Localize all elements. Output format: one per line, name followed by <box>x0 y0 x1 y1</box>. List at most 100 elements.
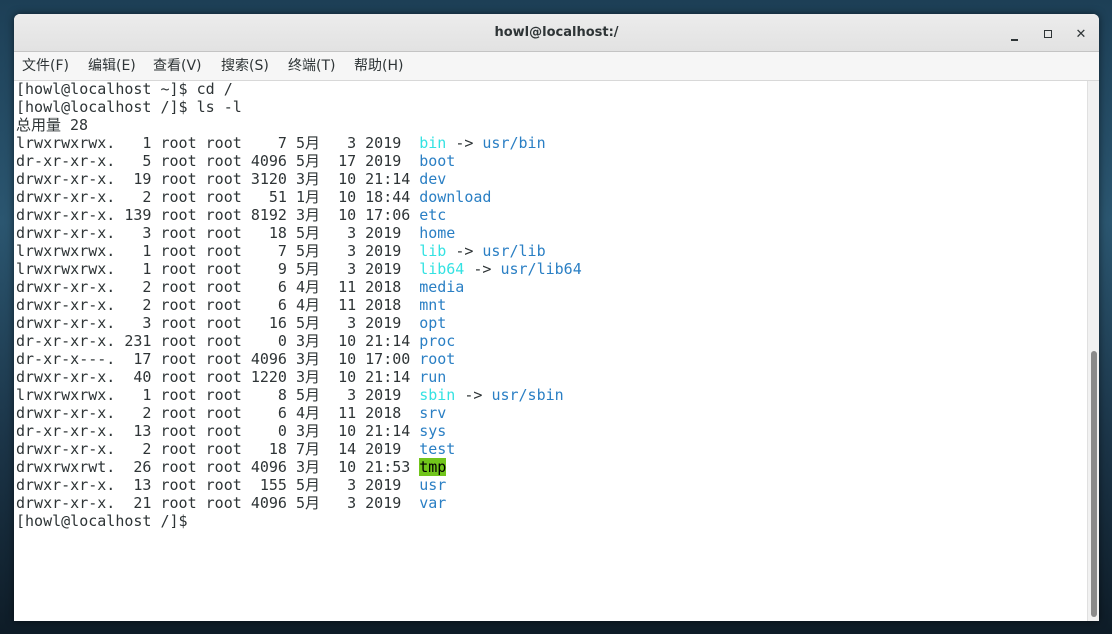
day: 10 <box>338 188 357 206</box>
owner: root <box>160 440 197 458</box>
group: root <box>205 422 242 440</box>
file-size: 155 <box>250 476 287 494</box>
menu-terminal[interactable]: 终端(T) <box>288 52 335 80</box>
link-target: usr/lib64 <box>500 260 582 278</box>
title-bar[interactable]: howl@localhost:/ ✕ <box>14 14 1099 52</box>
maximize-button[interactable] <box>1037 22 1059 44</box>
link-arrow: -> <box>455 134 474 152</box>
group: root <box>205 368 242 386</box>
menu-search[interactable]: 搜索(S) <box>221 52 269 80</box>
listing: lrwxrwxrwx. 1 root root 7 5月 3 2019 bin … <box>16 134 582 512</box>
owner: root <box>160 350 197 368</box>
link-count: 3 <box>124 224 152 242</box>
close-button[interactable]: ✕ <box>1070 22 1092 44</box>
menu-help[interactable]: 帮助(H) <box>354 52 403 80</box>
permissions: drwxr-xr-x. <box>16 188 116 206</box>
permissions: drwxr-xr-x. <box>16 224 116 242</box>
terminal-lines: [howl@localhost ~]$ cd / [howl@localhost… <box>16 81 582 530</box>
link-arrow: -> <box>464 386 483 404</box>
month: 3月 <box>295 350 320 368</box>
file-size: 16 <box>250 314 287 332</box>
file-size: 51 <box>250 188 287 206</box>
menu-view[interactable]: 查看(V) <box>153 52 202 80</box>
day: 11 <box>338 404 357 422</box>
owner: root <box>160 278 197 296</box>
day: 10 <box>338 458 357 476</box>
maximize-icon <box>1044 30 1052 38</box>
permissions: lrwxrwxrwx. <box>16 134 116 152</box>
permissions: dr-xr-x---. <box>16 350 116 368</box>
link-count: 1 <box>124 260 152 278</box>
file-name: boot <box>419 152 456 170</box>
link-target: usr/bin <box>482 134 546 152</box>
group: root <box>205 188 242 206</box>
group: root <box>205 458 242 476</box>
menu-bar: 文件(F) 编辑(E) 查看(V) 搜索(S) 终端(T) 帮助(H) <box>14 52 1099 81</box>
owner: root <box>160 476 197 494</box>
owner: root <box>160 206 197 224</box>
group: root <box>205 242 242 260</box>
time: 21:14 <box>365 170 411 188</box>
owner: root <box>160 260 197 278</box>
file-name: var <box>419 494 447 512</box>
minimize-button[interactable] <box>1003 22 1025 44</box>
day: 10 <box>338 332 357 350</box>
month: 3月 <box>295 458 320 476</box>
listing-row: drwxr-xr-x. 2 root root 6 4月 11 2018 mnt <box>16 296 582 314</box>
link-count: 231 <box>124 332 152 350</box>
file-size: 0 <box>250 332 287 350</box>
month: 5月 <box>295 314 320 332</box>
owner: root <box>160 422 197 440</box>
menu-edit[interactable]: 编辑(E) <box>88 52 136 80</box>
day: 17 <box>338 152 357 170</box>
link-arrow: -> <box>455 242 474 260</box>
day: 3 <box>338 476 357 494</box>
link-count: 26 <box>124 458 152 476</box>
terminal-output[interactable]: [howl@localhost ~]$ cd / [howl@localhost… <box>14 81 1086 621</box>
owner: root <box>160 368 197 386</box>
file-size: 4096 <box>250 458 287 476</box>
time: 21:14 <box>365 368 411 386</box>
file-name: sys <box>419 422 447 440</box>
time: 2019 <box>365 440 402 458</box>
scrollbar-thumb[interactable] <box>1091 351 1097 617</box>
link-count: 17 <box>124 350 152 368</box>
day: 3 <box>338 386 357 404</box>
file-size: 7 <box>250 134 287 152</box>
month: 4月 <box>295 278 320 296</box>
listing-row: drwxr-xr-x. 3 root root 18 5月 3 2019 hom… <box>16 224 582 242</box>
listing-row: drwxr-xr-x. 3 root root 16 5月 3 2019 opt <box>16 314 582 332</box>
day: 11 <box>338 278 357 296</box>
owner: root <box>160 224 197 242</box>
file-name: tmp <box>419 458 447 476</box>
file-size: 6 <box>250 404 287 422</box>
group: root <box>205 440 242 458</box>
day: 11 <box>338 296 357 314</box>
link-count: 1 <box>124 386 152 404</box>
desktop-background: howl@localhost:/ ✕ 文件(F) 编辑(E) 查看(V) 搜索(… <box>0 0 1112 634</box>
permissions: drwxr-xr-x. <box>16 278 116 296</box>
permissions: dr-xr-xr-x. <box>16 422 116 440</box>
month: 3月 <box>295 368 320 386</box>
day: 3 <box>338 494 357 512</box>
link-count: 2 <box>124 278 152 296</box>
menu-file[interactable]: 文件(F) <box>22 52 69 80</box>
owner: root <box>160 170 197 188</box>
listing-row: lrwxrwxrwx. 1 root root 8 5月 3 2019 sbin… <box>16 386 582 404</box>
file-size: 18 <box>250 224 287 242</box>
month: 3月 <box>295 422 320 440</box>
month: 5月 <box>295 386 320 404</box>
day: 10 <box>338 206 357 224</box>
link-target: usr/sbin <box>491 386 564 404</box>
time: 2019 <box>365 386 402 404</box>
time: 21:14 <box>365 422 411 440</box>
listing-row: drwxr-xr-x. 2 root root 6 4月 11 2018 med… <box>16 278 582 296</box>
permissions: drwxr-xr-x. <box>16 368 116 386</box>
file-name: proc <box>419 332 456 350</box>
group: root <box>205 386 242 404</box>
listing-row: drwxr-xr-x. 2 root root 6 4月 11 2018 srv <box>16 404 582 422</box>
owner: root <box>160 242 197 260</box>
scrollbar[interactable] <box>1087 81 1099 621</box>
group: root <box>205 332 242 350</box>
day: 10 <box>338 170 357 188</box>
